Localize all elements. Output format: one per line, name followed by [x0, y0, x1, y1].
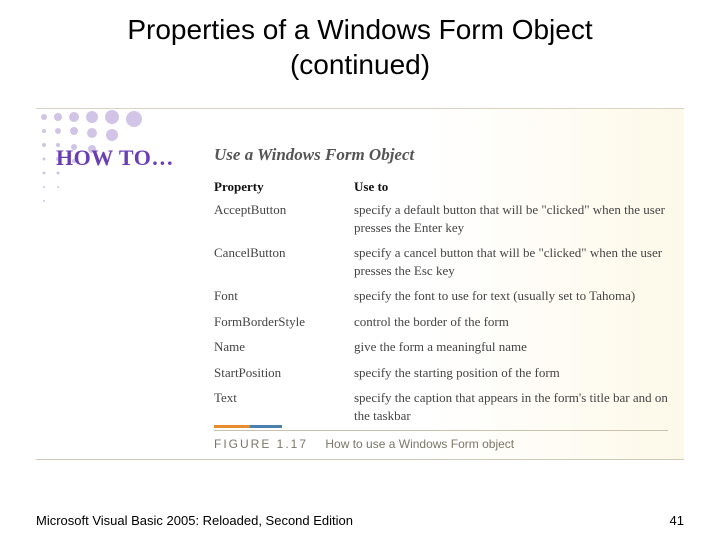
figure-label: FIGURE 1.17: [214, 437, 308, 451]
howto-label: HOW TO…: [56, 145, 174, 171]
page-number: 41: [670, 513, 684, 528]
cell-use: specify the caption that appears in the …: [354, 389, 668, 424]
cell-use: control the border of the form: [354, 313, 668, 331]
cell-property: CancelButton: [214, 244, 354, 279]
table-row: FormBorderStyle control the border of th…: [214, 313, 668, 331]
cell-property: FormBorderStyle: [214, 313, 354, 331]
head-use: Use to: [354, 179, 668, 195]
table-row: CancelButton specify a cancel button tha…: [214, 244, 668, 279]
title-line2: (continued): [290, 49, 430, 80]
cell-use: specify the font to use for text (usuall…: [354, 287, 668, 305]
footer-book-title: Microsoft Visual Basic 2005: Reloaded, S…: [36, 513, 353, 528]
table-header: Property Use to: [214, 179, 668, 195]
figure-text: How to use a Windows Form object: [325, 437, 514, 451]
howto-panel: HOW TO… Use a Windows Form Object Proper…: [36, 108, 684, 460]
properties-table: Property Use to AcceptButton specify a d…: [214, 179, 668, 432]
cell-use: specify a cancel button that will be "cl…: [354, 244, 668, 279]
divider-blue: [250, 425, 282, 428]
title-line1: Properties of a Windows Form Object: [127, 14, 592, 45]
howto-subtitle: Use a Windows Form Object: [214, 145, 414, 165]
divider-orange: [214, 425, 250, 428]
table-row: StartPosition specify the starting posit…: [214, 364, 668, 382]
cell-property: Font: [214, 287, 354, 305]
cell-property: Name: [214, 338, 354, 356]
cell-property: StartPosition: [214, 364, 354, 382]
cell-use: specify a default button that will be "c…: [354, 201, 668, 236]
slide-title: Properties of a Windows Form Object (con…: [0, 12, 720, 82]
table-row: AcceptButton specify a default button th…: [214, 201, 668, 236]
head-property: Property: [214, 179, 354, 195]
table-row: Name give the form a meaningful name: [214, 338, 668, 356]
cell-property: AcceptButton: [214, 201, 354, 236]
divider-line: [214, 430, 668, 431]
figure-caption: FIGURE 1.17 How to use a Windows Form ob…: [214, 437, 514, 451]
cell-property: Text: [214, 389, 354, 424]
table-row: Font specify the font to use for text (u…: [214, 287, 668, 305]
table-row: Text specify the caption that appears in…: [214, 389, 668, 424]
cell-use: give the form a meaningful name: [354, 338, 668, 356]
cell-use: specify the starting position of the for…: [354, 364, 668, 382]
